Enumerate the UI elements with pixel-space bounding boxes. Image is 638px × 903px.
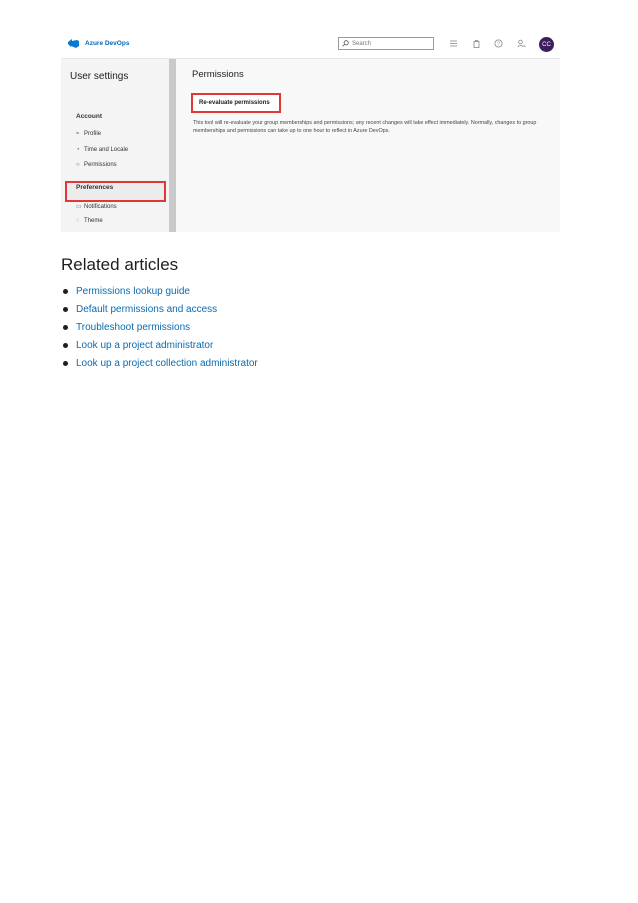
page-title: Permissions xyxy=(192,69,244,80)
related-link-permissions-lookup-guide[interactable]: Permissions lookup guide xyxy=(76,286,190,297)
search-input[interactable]: Search xyxy=(338,37,434,50)
bullet-icon xyxy=(63,360,68,366)
search-placeholder: Search xyxy=(352,40,372,47)
sidebar-item-label: Notifications xyxy=(84,203,117,210)
sidebar-item-label: Time and Locale xyxy=(84,147,129,153)
related-articles-list: Permissions lookup guide Default permiss… xyxy=(61,282,258,372)
avatar[interactable]: CC xyxy=(539,37,554,52)
sidebar-item-label: Profile xyxy=(84,131,102,137)
list-item: Look up a project collection administrat… xyxy=(61,354,258,372)
sidebar-item-permissions[interactable]: ○ Permissions xyxy=(76,162,117,168)
notification-icon: ▭ xyxy=(76,204,82,210)
sidebar-item-label: Permissions xyxy=(84,162,117,168)
list-icon[interactable] xyxy=(449,39,458,48)
bullet-icon xyxy=(63,324,68,330)
azure-devops-screenshot: Azure DevOps Search ? CC User settings A… xyxy=(61,31,560,232)
sidebar-title: User settings xyxy=(70,71,129,82)
sidebar-item-time-and-locale[interactable]: ◔ Time and Locale xyxy=(76,147,128,153)
sidebar-item-notifications[interactable]: ▭ Notifications xyxy=(76,203,117,211)
search-icon xyxy=(342,40,349,47)
list-item: Troubleshoot permissions xyxy=(61,318,258,336)
list-item: Look up a project administrator xyxy=(61,336,258,354)
refresh-icon: ○ xyxy=(76,162,80,168)
related-link-project-administrator[interactable]: Look up a project administrator xyxy=(76,340,213,351)
brand[interactable]: Azure DevOps xyxy=(68,39,129,48)
permissions-description: This tool will re-evaluate your group me… xyxy=(193,120,537,134)
bullet-icon xyxy=(63,288,68,294)
list-item: Permissions lookup guide xyxy=(61,282,258,300)
sidebar-section-account: Account xyxy=(76,113,102,120)
related-link-default-permissions[interactable]: Default permissions and access xyxy=(76,304,217,315)
sidebar-item-theme[interactable]: ◌ Theme xyxy=(76,218,103,224)
help-icon[interactable]: ? xyxy=(494,39,503,48)
shopping-bag-icon[interactable] xyxy=(472,39,481,48)
bullet-icon xyxy=(63,306,68,312)
sidebar-section-preferences: Preferences xyxy=(76,184,114,191)
related-link-project-collection-administrator[interactable]: Look up a project collection administrat… xyxy=(76,358,258,369)
azure-devops-logo-icon xyxy=(68,39,79,48)
bullet-icon xyxy=(63,342,68,348)
related-link-troubleshoot-permissions[interactable]: Troubleshoot permissions xyxy=(76,322,190,333)
sidebar-item-label: Theme xyxy=(84,218,103,224)
brand-name: Azure DevOps xyxy=(85,40,130,47)
sidebar-scrollbar[interactable] xyxy=(169,59,176,232)
sidebar-item-profile[interactable]: ≈ Profile xyxy=(76,131,101,137)
related-articles-heading: Related articles xyxy=(61,255,179,274)
list-item: Default permissions and access xyxy=(61,300,258,318)
profile-icon: ≈ xyxy=(76,131,80,137)
re-evaluate-permissions-button[interactable]: Re-evaluate permissions xyxy=(191,93,281,113)
theme-icon: ◌ xyxy=(76,218,80,224)
svg-text:?: ? xyxy=(497,41,500,47)
re-evaluate-permissions-label: Re-evaluate permissions xyxy=(199,100,270,106)
clock-icon: ◔ xyxy=(76,147,80,153)
top-bar: Azure DevOps Search ? CC xyxy=(61,31,560,59)
user-settings-icon[interactable] xyxy=(517,39,526,48)
avatar-initials: CC xyxy=(542,41,551,48)
sidebar: User settings Account ≈ Profile ◔ Time a… xyxy=(61,59,169,232)
